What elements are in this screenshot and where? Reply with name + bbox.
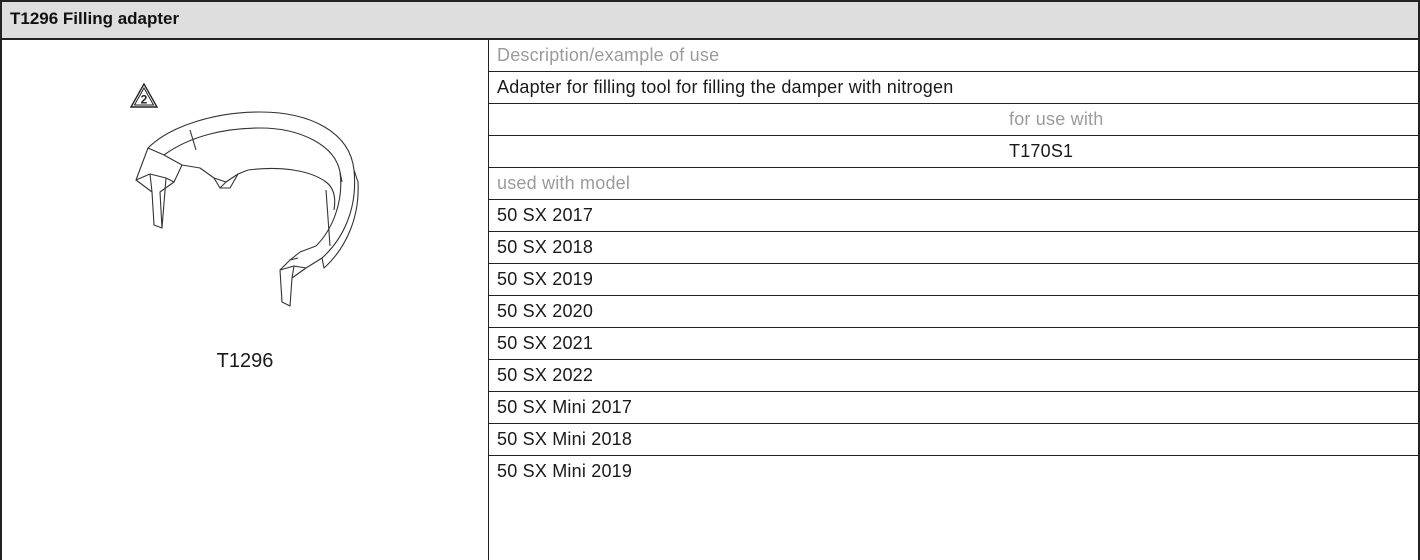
model-name: 50 SX 2018 bbox=[497, 237, 594, 257]
page-title: T1296 Filling adapter bbox=[10, 9, 180, 28]
list-item: 50 SX Mini 2018 bbox=[489, 424, 1418, 456]
description-label: Description/example of use bbox=[497, 45, 720, 65]
description-label-row: Description/example of use bbox=[489, 40, 1418, 72]
model-name: 50 SX 2020 bbox=[497, 301, 594, 321]
description-row: Adapter for filling tool for filling the… bbox=[489, 72, 1418, 104]
list-item: 50 SX 2019 bbox=[489, 264, 1418, 296]
model-name: 50 SX 2022 bbox=[497, 365, 594, 385]
details-panel: Description/example of use Adapter for f… bbox=[489, 40, 1418, 560]
list-item: 50 SX 2017 bbox=[489, 200, 1418, 232]
list-item: 50 SX 2020 bbox=[489, 296, 1418, 328]
list-item: 50 SX 2018 bbox=[489, 232, 1418, 264]
model-name: 50 SX Mini 2017 bbox=[497, 397, 633, 417]
list-item: 50 SX Mini 2019 bbox=[489, 456, 1418, 488]
model-name: 50 SX 2019 bbox=[497, 269, 594, 289]
list-item: 50 SX 2021 bbox=[489, 328, 1418, 360]
for-use-with-value: T170S1 bbox=[1009, 141, 1074, 161]
warning-triangle-icon: 2 bbox=[130, 82, 159, 108]
for-use-with-row: T170S1 bbox=[489, 136, 1418, 168]
list-item: 50 SX Mini 2017 bbox=[489, 392, 1418, 424]
model-name: 50 SX 2017 bbox=[497, 205, 594, 225]
sheet-header: T1296 Filling adapter bbox=[2, 0, 1418, 40]
model-name: 50 SX Mini 2019 bbox=[497, 461, 633, 481]
model-name: 50 SX 2021 bbox=[497, 333, 594, 353]
adapter-line-drawing bbox=[135, 111, 359, 307]
warning-number: 2 bbox=[141, 93, 148, 107]
list-item: 50 SX 2022 bbox=[489, 360, 1418, 392]
filling-adapter-illustration: 2 bbox=[130, 82, 359, 307]
for-use-with-label-row: for use with bbox=[489, 104, 1418, 136]
illustration-panel: 2 T1296 bbox=[2, 40, 488, 560]
used-with-model-label-row: used with model bbox=[489, 168, 1418, 200]
tool-number-label: T1296 bbox=[216, 350, 274, 372]
tool-sheet: T1296 Filling adapter 2 T1296 Descriptio… bbox=[0, 0, 1420, 560]
description-text: Adapter for filling tool for filling the… bbox=[497, 77, 954, 97]
model-name: 50 SX Mini 2018 bbox=[497, 429, 633, 449]
used-with-model-label: used with model bbox=[497, 173, 631, 193]
for-use-with-label: for use with bbox=[1009, 109, 1104, 129]
